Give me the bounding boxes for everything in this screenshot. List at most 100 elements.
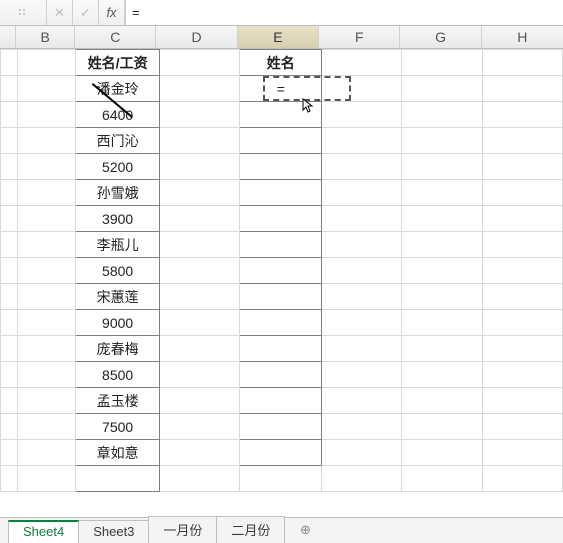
cell[interactable] bbox=[160, 206, 240, 232]
cell[interactable] bbox=[17, 440, 75, 466]
cell[interactable] bbox=[482, 362, 562, 388]
cell[interactable] bbox=[160, 310, 240, 336]
cell[interactable] bbox=[322, 128, 402, 154]
cell[interactable] bbox=[402, 310, 482, 336]
new-sheet-button[interactable]: ⊕ bbox=[296, 521, 314, 539]
cell-C[interactable]: 5200 bbox=[76, 154, 160, 180]
cell[interactable] bbox=[17, 362, 75, 388]
cell[interactable] bbox=[402, 50, 482, 76]
row-header[interactable] bbox=[1, 154, 18, 180]
cell[interactable] bbox=[482, 206, 562, 232]
cell[interactable] bbox=[322, 232, 402, 258]
cell[interactable] bbox=[160, 362, 240, 388]
cell[interactable] bbox=[402, 388, 482, 414]
cell[interactable] bbox=[402, 154, 482, 180]
formula-input[interactable]: = bbox=[125, 0, 563, 25]
cell[interactable] bbox=[240, 102, 322, 128]
row-header[interactable] bbox=[1, 128, 18, 154]
confirm-formula-icon[interactable]: ✓ bbox=[73, 0, 99, 25]
cancel-formula-icon[interactable]: ✕ bbox=[47, 0, 73, 25]
cell[interactable] bbox=[160, 76, 240, 102]
cell[interactable] bbox=[240, 154, 322, 180]
cell[interactable] bbox=[17, 336, 75, 362]
col-header-B[interactable]: B bbox=[16, 26, 75, 48]
header-name[interactable]: 姓名 bbox=[240, 50, 322, 76]
row-header[interactable] bbox=[1, 258, 18, 284]
cell[interactable] bbox=[322, 440, 402, 466]
row-header[interactable] bbox=[1, 310, 18, 336]
cell[interactable] bbox=[322, 310, 402, 336]
name-box-handle[interactable] bbox=[0, 0, 47, 25]
col-header-G[interactable]: G bbox=[400, 26, 481, 48]
cell[interactable] bbox=[482, 414, 562, 440]
cell[interactable] bbox=[160, 336, 240, 362]
col-header-F[interactable]: F bbox=[319, 26, 400, 48]
cell[interactable] bbox=[17, 414, 75, 440]
cell-C[interactable]: 9000 bbox=[76, 310, 160, 336]
row-header[interactable] bbox=[1, 102, 18, 128]
cell[interactable] bbox=[17, 128, 75, 154]
cell[interactable] bbox=[240, 336, 322, 362]
cell-C[interactable]: 6400 bbox=[76, 102, 160, 128]
cell[interactable] bbox=[17, 76, 75, 102]
cell[interactable] bbox=[322, 102, 402, 128]
cell-C[interactable]: 庞春梅 bbox=[76, 336, 160, 362]
cell[interactable] bbox=[17, 102, 75, 128]
cell[interactable] bbox=[402, 102, 482, 128]
cell-C[interactable]: 宋蕙莲 bbox=[76, 284, 160, 310]
cell[interactable] bbox=[322, 258, 402, 284]
cell-C[interactable]: 章如意 bbox=[76, 440, 160, 466]
cell[interactable] bbox=[240, 128, 322, 154]
cell[interactable] bbox=[482, 102, 562, 128]
cell[interactable] bbox=[482, 258, 562, 284]
row-header[interactable] bbox=[1, 440, 18, 466]
cell[interactable] bbox=[160, 128, 240, 154]
cell[interactable] bbox=[482, 50, 562, 76]
cell[interactable] bbox=[482, 440, 562, 466]
col-header-H[interactable]: H bbox=[482, 26, 563, 48]
cell[interactable] bbox=[322, 180, 402, 206]
sheet-tab-sheet3[interactable]: Sheet3 bbox=[78, 520, 149, 543]
cell-C[interactable]: 孙雪娥 bbox=[76, 180, 160, 206]
cell[interactable] bbox=[322, 50, 402, 76]
row-header[interactable] bbox=[1, 50, 18, 76]
cell[interactable] bbox=[322, 466, 402, 492]
fx-button[interactable]: fx bbox=[99, 0, 125, 25]
sheet-tab-sheet4[interactable]: Sheet4 bbox=[8, 520, 79, 543]
cell[interactable] bbox=[402, 414, 482, 440]
cell[interactable] bbox=[322, 336, 402, 362]
cell[interactable] bbox=[402, 336, 482, 362]
cell[interactable] bbox=[402, 284, 482, 310]
cell[interactable] bbox=[322, 206, 402, 232]
header-name-salary[interactable]: 姓名/工资 bbox=[76, 50, 160, 76]
cell-C[interactable]: 7500 bbox=[76, 414, 160, 440]
row-header[interactable] bbox=[1, 284, 18, 310]
cell[interactable] bbox=[402, 232, 482, 258]
cell[interactable] bbox=[482, 388, 562, 414]
cell[interactable] bbox=[240, 180, 322, 206]
cell[interactable] bbox=[160, 440, 240, 466]
cell[interactable] bbox=[240, 388, 322, 414]
cell[interactable] bbox=[482, 128, 562, 154]
cell[interactable] bbox=[17, 258, 75, 284]
cell[interactable] bbox=[322, 154, 402, 180]
cell[interactable] bbox=[160, 102, 240, 128]
cell-C[interactable]: 西门沁 bbox=[76, 128, 160, 154]
cell[interactable] bbox=[482, 154, 562, 180]
cell[interactable] bbox=[240, 284, 322, 310]
cell[interactable] bbox=[17, 466, 75, 492]
col-header-C[interactable]: C bbox=[75, 26, 156, 48]
row-header[interactable] bbox=[1, 362, 18, 388]
row-header[interactable] bbox=[1, 180, 18, 206]
active-cell[interactable]: = bbox=[240, 76, 322, 102]
col-header-D[interactable]: D bbox=[156, 26, 237, 48]
cell[interactable] bbox=[160, 232, 240, 258]
cell[interactable] bbox=[322, 284, 402, 310]
cell[interactable] bbox=[402, 466, 482, 492]
cell[interactable] bbox=[17, 180, 75, 206]
cell[interactable] bbox=[160, 180, 240, 206]
cell[interactable] bbox=[240, 232, 322, 258]
cell[interactable] bbox=[17, 388, 75, 414]
cell[interactable] bbox=[322, 76, 402, 102]
cell[interactable] bbox=[160, 466, 240, 492]
